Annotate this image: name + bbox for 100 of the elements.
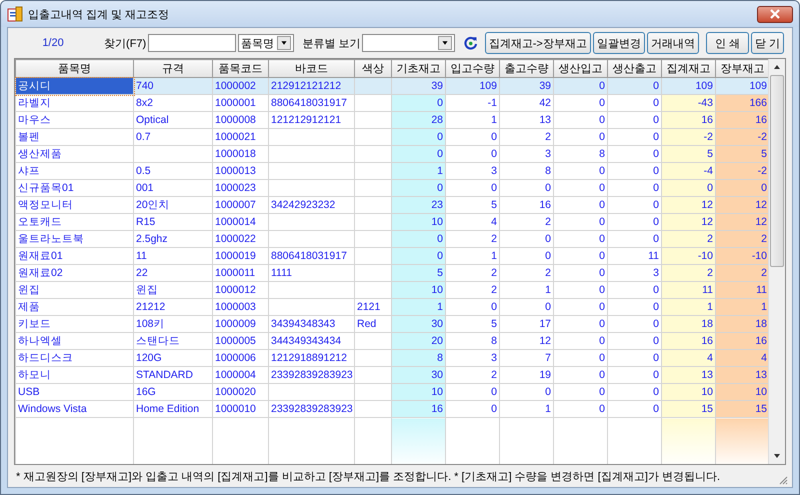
resize-grip-icon[interactable] <box>778 475 788 485</box>
find-field-dropdown[interactable]: 품목명 <box>238 34 294 52</box>
table-cell: 4 <box>716 350 768 366</box>
table-cell: 34394348343 <box>268 316 354 332</box>
column-header[interactable]: 규격 <box>134 60 212 78</box>
table-cell: 19 <box>500 366 554 384</box>
table-cell: 라벨지 <box>16 94 134 112</box>
toolbar-button[interactable]: 일괄변경 <box>592 32 645 54</box>
column-header[interactable]: 집계재고 <box>662 60 716 78</box>
table-cell: 0 <box>392 94 446 112</box>
table-cell: 0 <box>500 248 554 264</box>
table-cell: 원재료02 <box>16 264 134 282</box>
category-dropdown[interactable] <box>362 34 456 52</box>
table-cell: 001 <box>134 180 212 196</box>
table-cell: 16 <box>716 112 768 128</box>
table-cell: 0 <box>446 384 500 400</box>
table-cell: 10 <box>716 384 768 400</box>
app-icon <box>7 6 23 22</box>
table-cell: 볼펜 <box>16 128 134 146</box>
table-cell: 마우스 <box>16 112 134 128</box>
table-cell: 0.5 <box>134 162 212 180</box>
table-cell: 0 <box>716 180 768 196</box>
column-header[interactable]: 기초재고 <box>392 60 446 78</box>
table-cell: 0 <box>554 316 608 332</box>
table-cell: 샤프 <box>16 162 134 180</box>
table-cell: 0.7 <box>134 128 212 146</box>
column-header[interactable]: 품목명 <box>16 60 134 78</box>
table-cell: 0 <box>554 196 608 214</box>
table-cell: 0 <box>554 94 608 112</box>
table-cell: 0 <box>446 146 500 162</box>
page-counter: 1/20 <box>41 37 65 49</box>
column-header[interactable]: 색상 <box>354 60 392 78</box>
column-header[interactable]: 바코드 <box>268 60 354 78</box>
table-cell: 1212918891212 <box>268 350 354 366</box>
table-cell: 13 <box>500 112 554 128</box>
table-cell: 20인치 <box>134 196 212 214</box>
find-input[interactable] <box>148 34 236 52</box>
table-cell: 1000012 <box>212 282 268 298</box>
table-cell: 0 <box>392 180 446 196</box>
table-cell: 18 <box>662 316 716 332</box>
table-cell: 30 <box>392 316 446 332</box>
table-cell: 울트라노트북 <box>16 230 134 248</box>
table-cell: 740 <box>134 78 212 94</box>
table-cell: 1 <box>662 298 716 316</box>
table-cell: 1000002 <box>212 78 268 94</box>
table-cell: 1000010 <box>212 400 268 418</box>
table-cell: 28 <box>392 112 446 128</box>
scrollbar-thumb[interactable] <box>770 75 784 267</box>
refresh-icon[interactable] <box>463 35 479 51</box>
table-cell: 0 <box>554 298 608 316</box>
table-cell: 23392839283923 <box>268 400 354 418</box>
table-cell: 7 <box>500 350 554 366</box>
close-button[interactable] <box>757 6 793 22</box>
table-cell: 15 <box>716 400 768 418</box>
table-cell: 11 <box>716 282 768 298</box>
table-cell: 0 <box>554 350 608 366</box>
table-cell: 0 <box>446 298 500 316</box>
table-cell: 22 <box>134 264 212 282</box>
table-cell: 0 <box>554 366 608 384</box>
table-cell: 0 <box>554 400 608 418</box>
table-cell: 39 <box>500 78 554 94</box>
table-cell: 2 <box>446 282 500 298</box>
column-header[interactable]: 출고수량 <box>500 60 554 78</box>
table-cell: 344349343434 <box>268 332 354 350</box>
toolbar-button[interactable]: 인 쇄 <box>706 32 749 54</box>
table-cell: 16 <box>716 332 768 350</box>
table-cell: 3 <box>446 350 500 366</box>
table-cell: 8 <box>446 332 500 350</box>
table-cell: 0 <box>554 264 608 282</box>
toolbar-button[interactable]: 집계재고->장부재고 <box>484 32 591 54</box>
table-cell: 생산제품 <box>16 146 134 162</box>
table-cell: 16 <box>662 112 716 128</box>
column-header[interactable]: 생산입고 <box>554 60 608 78</box>
toolbar-button[interactable]: 거래내역 <box>646 32 699 54</box>
table-cell: 0 <box>392 128 446 146</box>
table-cell: 2 <box>446 264 500 282</box>
column-header[interactable]: 입고수량 <box>446 60 500 78</box>
table-cell: -10 <box>662 248 716 264</box>
table-cell: 16 <box>392 400 446 418</box>
table-cell: Home Edition <box>134 400 212 418</box>
table-cell: 5 <box>392 264 446 282</box>
table-cell: 2 <box>500 128 554 146</box>
table-cell: 12 <box>662 214 716 230</box>
table-cell: 212912121212 <box>268 78 354 94</box>
table-cell: 0 <box>500 298 554 316</box>
column-header[interactable]: 생산출고 <box>608 60 662 78</box>
table-cell: R15 <box>134 214 212 230</box>
column-header[interactable]: 품목코드 <box>212 60 268 78</box>
table-cell: 1000006 <box>212 350 268 366</box>
table-cell: 2 <box>716 230 768 248</box>
close-icon <box>770 9 780 19</box>
table-cell: 1 <box>392 298 446 316</box>
table-cell: 0 <box>500 230 554 248</box>
table-cell: 18 <box>716 316 768 332</box>
toolbar-button[interactable]: 닫 기 <box>750 32 784 54</box>
table-cell: 10 <box>662 384 716 400</box>
vertical-scrollbar[interactable] <box>768 59 785 464</box>
column-header[interactable]: 장부재고 <box>716 60 768 78</box>
status-hint: * 재고원장의 [장부재고]와 입출고 내역의 [집계재고]를 비교하고 [장부재고]를 조정합니다. * [기초재고] 수량을 변경하면 [집계재고]가 변경됩니다. <box>16 470 720 484</box>
table-cell: 8 <box>554 146 608 162</box>
